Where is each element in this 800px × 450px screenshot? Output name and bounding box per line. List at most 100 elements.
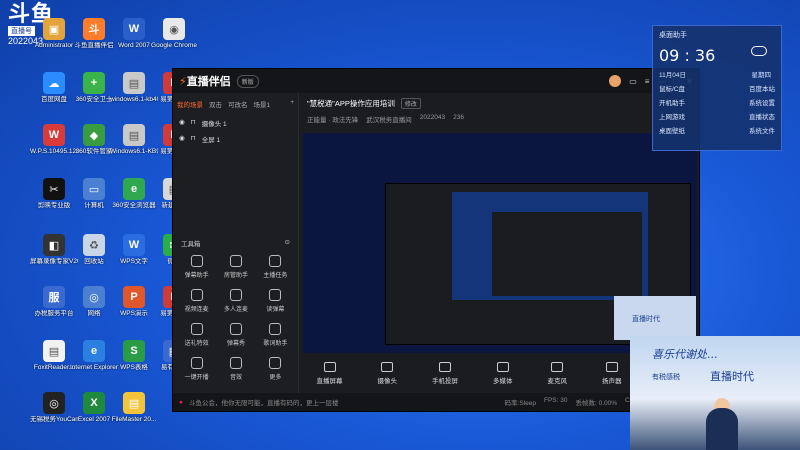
widget-link-row: 开机助手 系统设置	[659, 97, 775, 107]
tool-button[interactable]: 读弹幕	[256, 289, 295, 313]
widget-link-row: 上网游戏 直播状态	[659, 111, 775, 121]
desktop-icon-label: FileMaster 20...	[111, 416, 157, 423]
widget-link-row: 桌面壁纸 系统文件	[659, 125, 775, 135]
widget-link[interactable]: 桌面壁纸	[659, 125, 685, 135]
tool-button[interactable]: 主播任务	[256, 255, 295, 279]
widget-link[interactable]: 开机助手	[659, 97, 685, 107]
lock-icon[interactable]: ⊓	[191, 118, 196, 128]
small-overlay-text: 直播时代	[632, 316, 660, 323]
scene-tab[interactable]: 我的场景	[177, 99, 203, 109]
app-icon: +	[83, 72, 105, 94]
tool-button[interactable]: 多人连麦	[216, 289, 255, 313]
widget-link[interactable]: 上网游戏	[659, 111, 685, 121]
widget-link[interactable]: 百度本站	[749, 83, 775, 93]
gift-icon[interactable]: ▭	[629, 77, 637, 86]
toolbox-settings-icon[interactable]: ⊙	[285, 238, 290, 248]
source-add-button[interactable]: 直播屏幕	[317, 361, 343, 385]
scene-tab[interactable]: 场景1	[254, 99, 271, 109]
add-scene-icon[interactable]: +	[290, 99, 294, 109]
app-icon: ▤	[123, 392, 145, 414]
tool-icon	[229, 323, 242, 335]
status-bar: ● 斗鱼公会，他你无限可能，直播有码的，更上一层楼 码率:Sleep FPS: 3…	[173, 393, 699, 411]
tool-button[interactable]: 弹幕助手	[177, 255, 216, 279]
tool-icon	[269, 323, 282, 335]
tool-button[interactable]: 歌词助手	[256, 323, 295, 347]
menu-icon[interactable]: ≡	[645, 77, 650, 86]
camera-caption: 有税感税	[652, 374, 680, 381]
tool-button[interactable]: 送礼特效	[177, 323, 216, 347]
desktop-icon[interactable]: ◉ Google Chrome	[150, 18, 198, 50]
source-add-button[interactable]: 扬声器	[602, 361, 622, 385]
app-titlebar: ⚡直播伴侣 新版 ▭ ≡ — □ ✕	[173, 69, 699, 93]
source-type-label: 扬声器	[602, 377, 622, 385]
source-type-icon	[439, 361, 451, 372]
tool-label: 弹幕助手	[184, 273, 209, 279]
app-icon: ◆	[83, 124, 105, 146]
source-add-button[interactable]: 多媒体	[493, 361, 513, 385]
source-add-button[interactable]: 手机投屏	[432, 361, 458, 385]
source-add-button[interactable]: 麦克风	[548, 361, 567, 385]
app-icon: ▤	[43, 340, 65, 362]
widget-weekday: 星期四	[751, 72, 772, 79]
camera-banner-2: 直播时代	[710, 370, 754, 383]
edit-title-button[interactable]: 修改	[400, 98, 421, 109]
lock-icon[interactable]: ⊓	[191, 134, 196, 144]
camera-overlay: 喜乐代谢处... 有税感税 直播时代	[630, 336, 800, 450]
desktop-icon-label: Google Chrome	[151, 42, 197, 49]
scene-panel: 我的场景 双击 可改名 场景1 + ◉ ⊓ 摄像头 1 ◉ ⊓ 全屏 1 工具箱 ⊙ 弹幕助手 房管…	[173, 93, 299, 411]
tool-icon	[190, 255, 203, 267]
tool-button[interactable]: 一键开播	[177, 357, 216, 381]
app-icon: ◧	[43, 234, 65, 256]
widget-date-row: 11月04日 星期四	[659, 69, 775, 79]
tool-label: 主播任务	[263, 273, 288, 279]
scene-tab[interactable]: 双击	[209, 99, 222, 109]
tool-icon	[269, 289, 282, 301]
source-type-icon	[323, 361, 336, 372]
tool-button[interactable]: 弹幕秀	[216, 323, 255, 347]
tool-button[interactable]: 房管助手	[216, 255, 255, 279]
source-label: 全屏 1	[201, 137, 221, 144]
stream-info: "慧税通"APP操作应用培训 修改 正能量 · 政法先锋 武汉税务直播间 202…	[299, 93, 699, 127]
widget-link[interactable]: 直播状态	[749, 111, 775, 121]
source-item[interactable]: ◉ ⊓ 全屏 1	[173, 131, 298, 147]
tool-icon	[229, 289, 242, 301]
stream-title: "慧税通"APP操作应用培训	[307, 99, 395, 108]
category-selector[interactable]: 正能量 · 政法先锋	[307, 114, 358, 124]
logo-mark-icon: ⚡	[179, 76, 187, 88]
widget-link[interactable]: 系统文件	[749, 125, 775, 135]
scene-tab[interactable]: 可改名	[228, 99, 248, 109]
status-message: 斗鱼公会，他你无限可能，直播有码的，更上一层楼	[188, 400, 339, 407]
live-companion-window: ⚡直播伴侣 新版 ▭ ≡ — □ ✕ 我的场景双击可改名场景1 + ◉ ⊓ 摄像头 1…	[172, 68, 700, 412]
tool-icon	[229, 357, 242, 369]
app-icon: W	[43, 124, 65, 146]
desktop-icon[interactable]: ▤ FileMaster 20...	[110, 392, 158, 424]
app-icon: ✂	[43, 178, 65, 200]
tool-button[interactable]: 更多	[256, 357, 295, 381]
version-badge[interactable]: 新版	[236, 74, 259, 88]
tool-label: 房管助手	[223, 273, 248, 279]
widget-link[interactable]: 鼠标/C盘	[659, 83, 685, 93]
camera-banner: 喜乐代谢处...	[652, 348, 718, 361]
widget-link-row: 鼠标/C盘 百度本站	[659, 83, 775, 93]
tool-button[interactable]: 音效	[216, 357, 255, 381]
tool-icon	[269, 357, 282, 369]
app-icon: e	[123, 178, 145, 200]
tool-label: 弹幕秀	[226, 341, 245, 347]
tool-icon	[190, 289, 203, 301]
source-list: ◉ ⊓ 摄像头 1 ◉ ⊓ 全屏 1	[173, 115, 298, 147]
eye-icon[interactable]: ◉	[179, 118, 185, 128]
tool-icon	[269, 255, 282, 267]
app-logo: ⚡直播伴侣	[179, 73, 231, 89]
app-icon: 斗	[83, 18, 105, 40]
app-icon: X	[83, 392, 105, 414]
app-icon: e	[83, 340, 105, 362]
stat-item: 丢帧数: 0.00%	[575, 400, 618, 407]
eye-icon[interactable]: ◉	[179, 134, 185, 144]
source-item[interactable]: ◉ ⊓ 摄像头 1	[173, 115, 298, 131]
source-type-icon	[381, 361, 394, 372]
source-add-button[interactable]: 摄像头	[378, 361, 397, 385]
widget-link[interactable]: 系统设置	[749, 97, 775, 107]
avatar[interactable]	[609, 75, 622, 87]
tool-button[interactable]: 视频连麦	[177, 289, 216, 313]
app-icon: ♻	[83, 234, 105, 256]
